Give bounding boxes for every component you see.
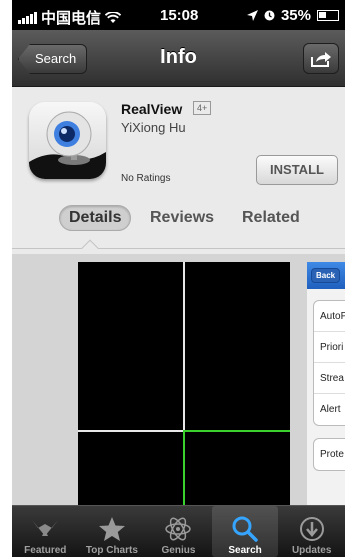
settings-row: AutoP (314, 301, 345, 332)
updates-icon (299, 517, 324, 541)
tab-related[interactable]: Related (242, 209, 300, 227)
share-button[interactable] (303, 43, 339, 74)
mini-back-button: Back (311, 268, 341, 283)
star-icon (98, 517, 125, 541)
tabbar-label: Genius (161, 545, 196, 556)
clock: 15:08 (160, 7, 199, 24)
atom-icon (165, 517, 192, 541)
share-icon (311, 51, 331, 67)
tabbar-featured[interactable]: Featured (12, 506, 79, 557)
settings-group: AutoP Priori Strea Alert (313, 300, 345, 426)
app-icon[interactable] (29, 102, 106, 179)
tabbar-search[interactable]: Search (211, 506, 279, 557)
navigation-bar: Search Info (12, 30, 345, 87)
tabbar-top-charts[interactable]: Top Charts (79, 506, 146, 557)
wifi-icon (105, 11, 122, 23)
status-left: 中国电信 (18, 7, 122, 28)
bottom-tab-bar: Featured Top Charts Genius Search Update… (12, 505, 345, 557)
alarm-icon (264, 10, 275, 21)
settings-row: Alert (320, 404, 341, 415)
screenshot-2[interactable]: Back AutoP Priori Strea Alert Prote (307, 262, 345, 505)
page-title: Info (160, 46, 197, 68)
search-icon (232, 516, 258, 542)
battery-icon (317, 10, 339, 21)
grid-line-highlight (183, 430, 185, 505)
carrier-label: 中国电信 (41, 10, 102, 27)
settings-row: Priori (314, 332, 345, 363)
webcam-icon (29, 111, 106, 179)
tabbar-label: Search (228, 545, 262, 556)
install-button[interactable]: INSTALL (256, 155, 338, 185)
header-divider (12, 248, 345, 249)
status-right: 35% (246, 7, 339, 24)
screenshots-scroller[interactable]: Back AutoP Priori Strea Alert Prote (12, 254, 345, 505)
location-icon (246, 10, 258, 21)
tabbar-label: Updates (291, 545, 332, 556)
settings-group: Prote (313, 438, 345, 471)
status-bar: 中国电信 15:08 35% (12, 0, 345, 30)
tab-reviews[interactable]: Reviews (150, 209, 214, 227)
tabbar-label: Featured (24, 545, 67, 556)
screenshot-1[interactable] (78, 262, 290, 505)
tab-details[interactable]: Details (59, 205, 132, 231)
featured-icon (32, 520, 59, 536)
tabbar-updates[interactable]: Updates (278, 506, 345, 557)
settings-row: Prote (320, 449, 344, 460)
app-info-header: RealView 4+ YiXiong Hu No Ratings INSTAL… (12, 87, 345, 257)
segmented-tabs: Details Reviews Related (12, 205, 345, 237)
tabbar-genius[interactable]: Genius (145, 506, 212, 557)
settings-row: Strea (314, 363, 345, 394)
grid-line-highlight (184, 430, 290, 432)
mini-nav-bar: Back (307, 262, 345, 289)
app-store-screen: 中国电信 15:08 35% Search Info RealView 4+ Y… (12, 0, 345, 557)
tabbar-label: Top Charts (85, 545, 138, 556)
app-name: RealView (121, 101, 183, 117)
signal-icon (18, 11, 37, 24)
battery-percent: 35% (280, 7, 311, 24)
developer-name[interactable]: YiXiong Hu (121, 120, 186, 135)
age-rating-badge: 4+ (193, 101, 212, 115)
ratings-label: No Ratings (121, 173, 171, 184)
